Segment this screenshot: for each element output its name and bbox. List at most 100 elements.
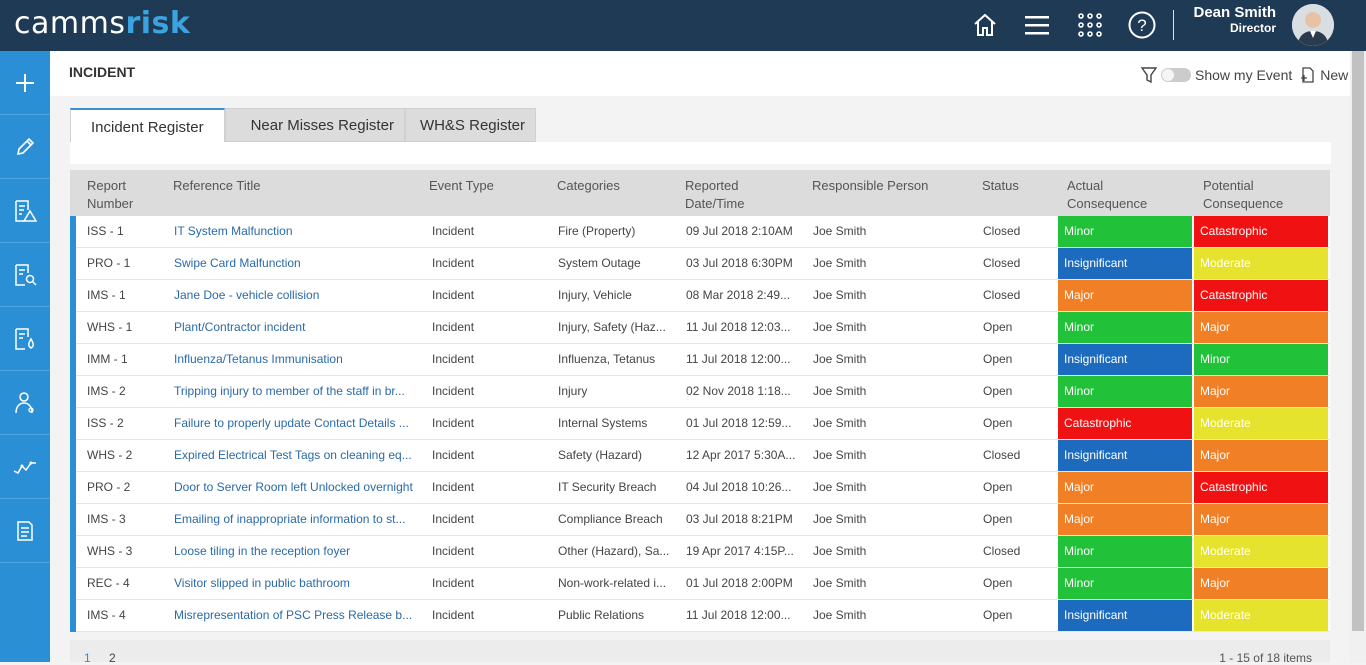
register-tabs: Incident Register Near Misses Register W… [70, 108, 536, 144]
sidebar-item-add[interactable] [0, 51, 50, 115]
cell-reported: 11 Jul 2018 12:03... [686, 320, 791, 334]
cell-reference-title[interactable]: Expired Electrical Test Tags on cleaning… [174, 440, 414, 472]
cell-reference-title[interactable]: IT System Malfunction [174, 216, 414, 248]
cell-potential-consequence: Catastrophic [1194, 216, 1328, 247]
sidebar-item-person-medical[interactable] [0, 371, 50, 435]
sidebar-item-report-drop[interactable] [0, 307, 50, 371]
table-row[interactable]: PRO - 1 Swipe Card Malfunction Incident Sys… [70, 248, 1330, 280]
col-reference-title[interactable]: Reference Title [173, 177, 260, 195]
cell-event-type: Incident [432, 352, 475, 366]
cell-reference-title[interactable]: Jane Doe - vehicle collision [174, 280, 414, 312]
cell-reference-title[interactable]: Emailing of inappropriate information to… [174, 504, 414, 536]
help-icon[interactable]: ? [1123, 6, 1161, 44]
cell-reference-title[interactable]: Failure to properly update Contact Detai… [174, 408, 414, 440]
cell-responsible: Joe Smith [813, 448, 867, 462]
col-reported[interactable]: Reported Date/Time [685, 177, 765, 213]
cell-actual-consequence: Major [1058, 280, 1192, 311]
cell-potential-consequence: Major [1194, 376, 1328, 407]
document-icon [17, 520, 33, 541]
cell-potential-consequence: Major [1194, 568, 1328, 599]
show-my-event-toggle[interactable] [1161, 68, 1191, 82]
filter-icon[interactable] [1141, 66, 1157, 84]
home-icon[interactable] [966, 6, 1004, 44]
col-responsible[interactable]: Responsible Person [812, 177, 928, 195]
app-logo[interactable]: cammsrisk [14, 6, 190, 41]
avatar[interactable] [1292, 4, 1334, 46]
cell-reference-title[interactable]: Door to Server Room left Unlocked overni… [174, 472, 414, 504]
incident-grid: Report Number Reference Title Event Type… [70, 170, 1330, 632]
cell-reference-title[interactable]: Tripping injury to member of the staff i… [174, 376, 414, 408]
report-warning-icon [15, 199, 38, 222]
new-button[interactable]: New [1300, 66, 1348, 84]
table-row[interactable]: IMS - 3 Emailing of inappropriate informa… [70, 504, 1330, 536]
tab-near-misses-register[interactable]: Near Misses Register [224, 108, 405, 142]
table-row[interactable]: IMS - 1 Jane Doe - vehicle collision Incid… [70, 280, 1330, 312]
tab-incident-register[interactable]: Incident Register [70, 108, 225, 144]
menu-icon[interactable] [1018, 6, 1056, 44]
cell-event-type: Incident [432, 512, 475, 526]
col-event-type[interactable]: Event Type [429, 177, 494, 195]
cell-report-number: IMS - 4 [87, 608, 126, 622]
cell-responsible: Joe Smith [813, 576, 867, 590]
table-row[interactable]: PRO - 2 Door to Server Room left Unlocked… [70, 472, 1330, 504]
cell-reported: 08 Mar 2018 2:49... [686, 288, 791, 302]
user-info[interactable]: Dean Smith Director [1193, 4, 1276, 35]
cell-event-type: Incident [432, 608, 475, 622]
sidebar [0, 51, 50, 662]
apps-grid-icon[interactable] [1071, 6, 1109, 44]
table-row[interactable]: WHS - 1 Plant/Contractor incident Incident… [70, 312, 1330, 344]
cell-potential-consequence: Major [1194, 440, 1328, 471]
new-button-label: New [1320, 67, 1349, 83]
table-row[interactable]: IMM - 1 Influenza/Tetanus Immunisation Inc… [70, 344, 1330, 376]
cell-potential-consequence: Minor [1194, 344, 1328, 375]
new-document-icon [1301, 67, 1314, 83]
cell-event-type: Incident [432, 320, 475, 334]
col-actual[interactable]: Actual Consequence [1067, 177, 1147, 213]
page-2-link[interactable]: 2 [109, 651, 116, 665]
col-status[interactable]: Status [982, 177, 1019, 195]
table-row[interactable]: ISS - 1 IT System Malfunction Incident Fire… [70, 216, 1330, 248]
cell-reported: 03 Jul 2018 6:30PM [686, 256, 793, 270]
table-row[interactable]: REC - 4 Visitor slipped in public bathroo… [70, 568, 1330, 600]
table-row[interactable]: IMS - 2 Tripping injury to member of the … [70, 376, 1330, 408]
page-title: INCIDENT [69, 64, 136, 80]
cell-responsible: Joe Smith [813, 480, 867, 494]
table-row[interactable]: WHS - 2 Expired Electrical Test Tags on c… [70, 440, 1330, 472]
col-categories[interactable]: Categories [557, 177, 620, 195]
table-row[interactable]: ISS - 2 Failure to properly update Contac… [70, 408, 1330, 440]
cell-reference-title[interactable]: Influenza/Tetanus Immunisation [174, 344, 414, 376]
cell-report-number: WHS - 1 [87, 320, 133, 334]
cell-report-number: PRO - 2 [87, 480, 131, 494]
cell-reference-title[interactable]: Swipe Card Malfunction [174, 248, 414, 280]
table-row[interactable]: WHS - 3 Loose tiling in the reception foy… [70, 536, 1330, 568]
cell-actual-consequence: Minor [1058, 568, 1192, 599]
cell-reference-title[interactable]: Misrepresentation of PSC Press Release b… [174, 600, 414, 632]
cell-reported: 19 Apr 2017 4:15P... [686, 544, 794, 558]
cell-reference-title[interactable]: Plant/Contractor incident [174, 312, 414, 344]
cell-responsible: Joe Smith [813, 544, 867, 558]
tab-whs-register[interactable]: WH&S Register [404, 108, 536, 142]
cell-report-number: ISS - 2 [87, 416, 124, 430]
sidebar-item-report-search[interactable] [0, 243, 50, 307]
cell-actual-consequence: Insignificant [1058, 440, 1192, 471]
cell-report-number: IMM - 1 [87, 352, 128, 366]
cell-reference-title[interactable]: Visitor slipped in public bathroom [174, 568, 414, 600]
sidebar-item-report-warning[interactable] [0, 179, 50, 243]
scrollbar-thumb[interactable] [1352, 51, 1364, 631]
table-row[interactable]: IMS - 4 Misrepresentation of PSC Press Re… [70, 600, 1330, 632]
col-potential[interactable]: Potential Consequence [1203, 177, 1293, 213]
sidebar-item-document[interactable] [0, 499, 50, 563]
cell-reported: 12 Apr 2017 5:30A... [686, 448, 796, 462]
cell-responsible: Joe Smith [813, 352, 867, 366]
page-1-link[interactable]: 1 [84, 651, 91, 665]
cell-status: Closed [983, 288, 1021, 302]
sidebar-item-edit[interactable] [0, 115, 50, 179]
cell-reported: 03 Jul 2018 8:21PM [686, 512, 793, 526]
cell-responsible: Joe Smith [813, 224, 867, 238]
cell-reference-title[interactable]: Loose tiling in the reception foyer [174, 536, 414, 568]
sidebar-item-trend[interactable] [0, 435, 50, 499]
col-report-number[interactable]: Report Number [87, 177, 157, 213]
cell-reported: 04 Jul 2018 10:26... [686, 480, 792, 494]
header-actions: Show my Event New [1141, 66, 1348, 84]
cell-status: Open [983, 576, 1013, 590]
